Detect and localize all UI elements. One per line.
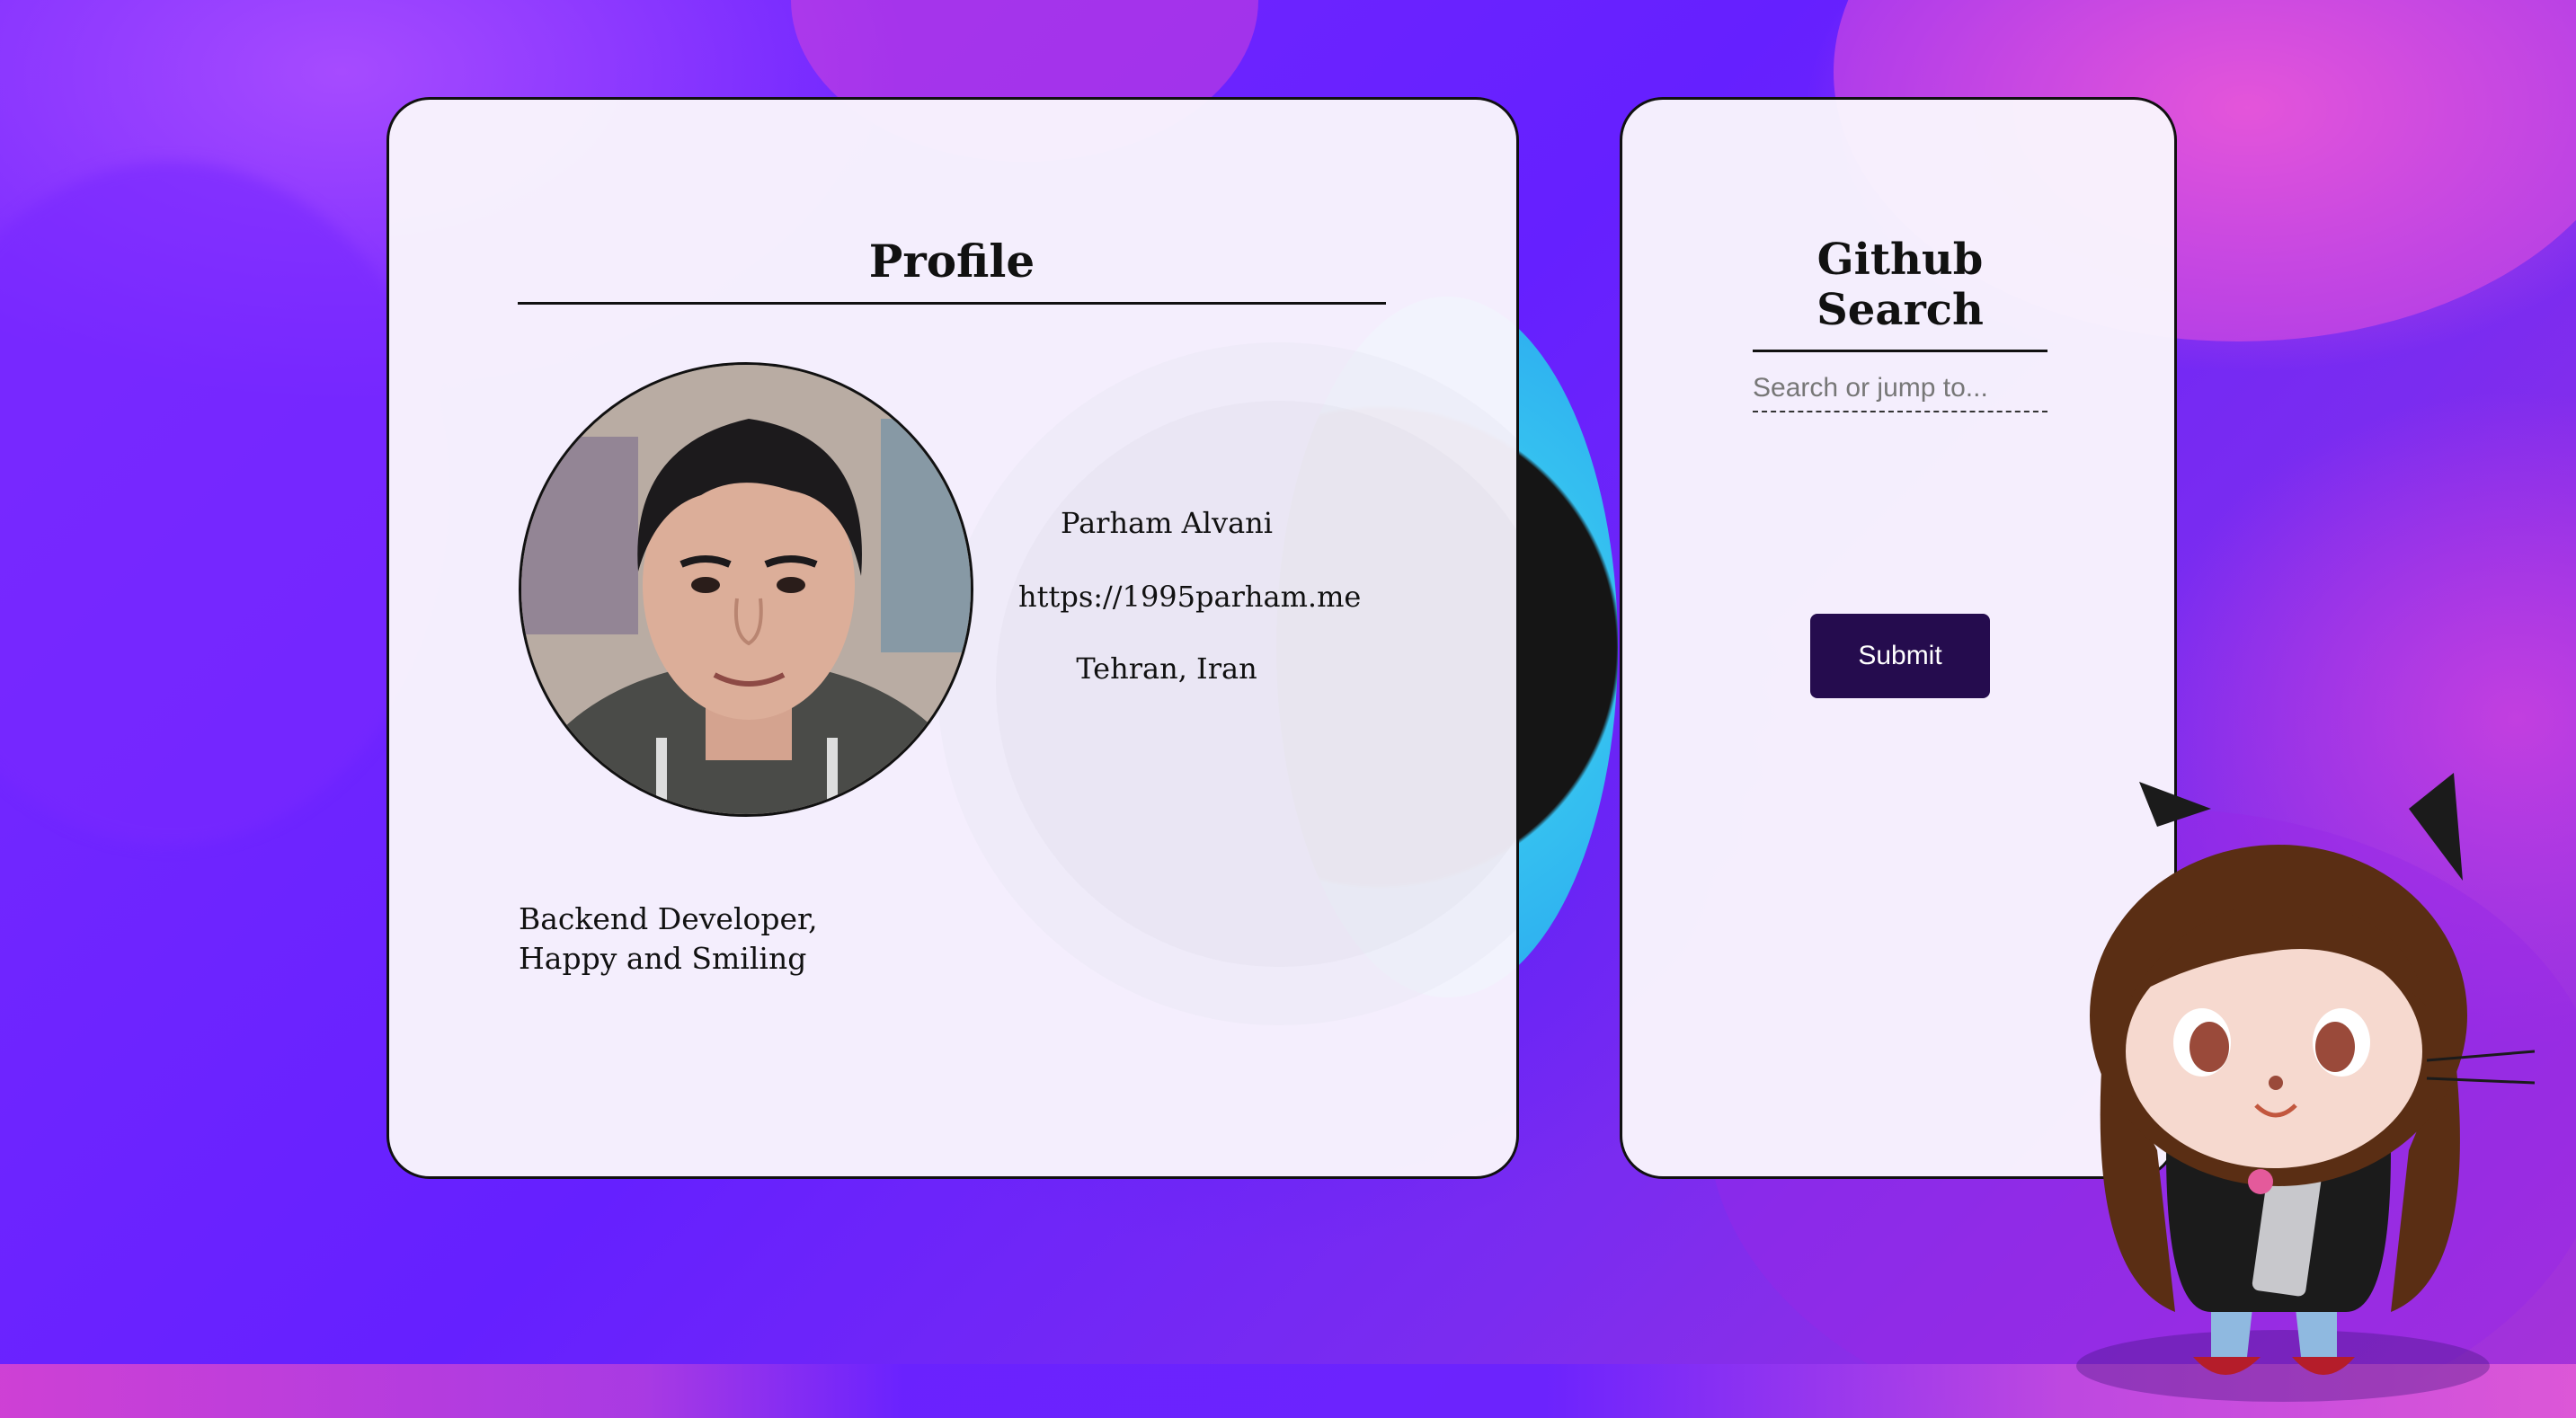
profile-bio: Backend Developer, Happy and Smiling bbox=[519, 900, 818, 979]
profile-name: Parham Alvani bbox=[1060, 506, 1273, 540]
search-input[interactable] bbox=[1753, 366, 2047, 412]
octocat-mascot-illustration bbox=[2076, 773, 2535, 1402]
background-blob bbox=[0, 162, 449, 845]
bio-line: Happy and Smiling bbox=[519, 941, 807, 976]
submit-button[interactable]: Submit bbox=[1810, 614, 1990, 698]
profile-title: Profile bbox=[518, 235, 1386, 305]
profile-location: Tehran, Iran bbox=[1076, 651, 1257, 686]
bio-line: Backend Developer, bbox=[519, 901, 818, 936]
avatar-photo bbox=[521, 365, 971, 814]
avatar bbox=[519, 362, 973, 817]
profile-website-link[interactable]: https://1995parham.me bbox=[1018, 580, 1361, 614]
profile-card: Profile Parham Alvani https://1995parham… bbox=[386, 97, 1519, 1179]
search-title: Github Search bbox=[1753, 235, 2047, 352]
